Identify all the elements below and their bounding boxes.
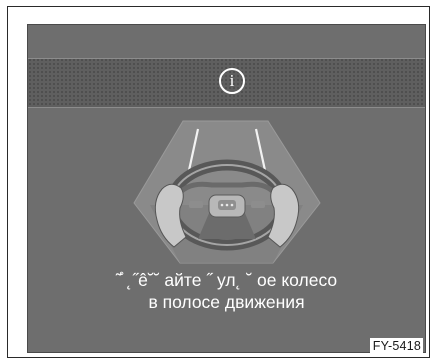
figure-frame: i ˜̊ ˛˝ê˘˘ айте ˝ ул˛ ˘ ое колесо в поло… [7,6,430,358]
message-line-1: ˜̊ ˛˝ê˘˘ айте ˝ ул˛ ˘ ое колесо [115,270,338,290]
warning-message: ˜̊ ˛˝ê˘˘ айте ˝ ул˛ ˘ ое колесо в полосе… [28,269,425,313]
instrument-display: i ˜̊ ˛˝ê˘˘ айте ˝ ул˛ ˘ ое колесо в поло… [27,24,426,353]
figure-code-label: FY-5418 [369,338,423,353]
message-line-2: в полосе движения [148,292,305,312]
